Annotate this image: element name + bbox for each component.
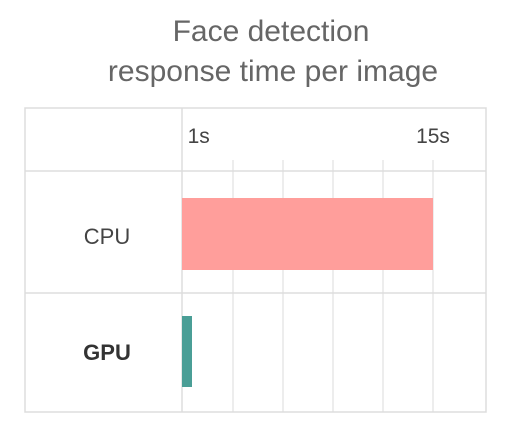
bar-cpu [182, 198, 433, 270]
x-tick-label-15s: 15s [416, 125, 450, 148]
category-label-cpu: CPU [84, 224, 130, 249]
chart: Face detection response time per image 1… [0, 0, 506, 428]
chart-plot-area: 1s 15s CPU GPU [24, 107, 487, 413]
x-tick-label-1s: 1s [188, 125, 210, 148]
category-label-gpu: GPU [83, 340, 131, 365]
bar-gpu [182, 316, 192, 387]
